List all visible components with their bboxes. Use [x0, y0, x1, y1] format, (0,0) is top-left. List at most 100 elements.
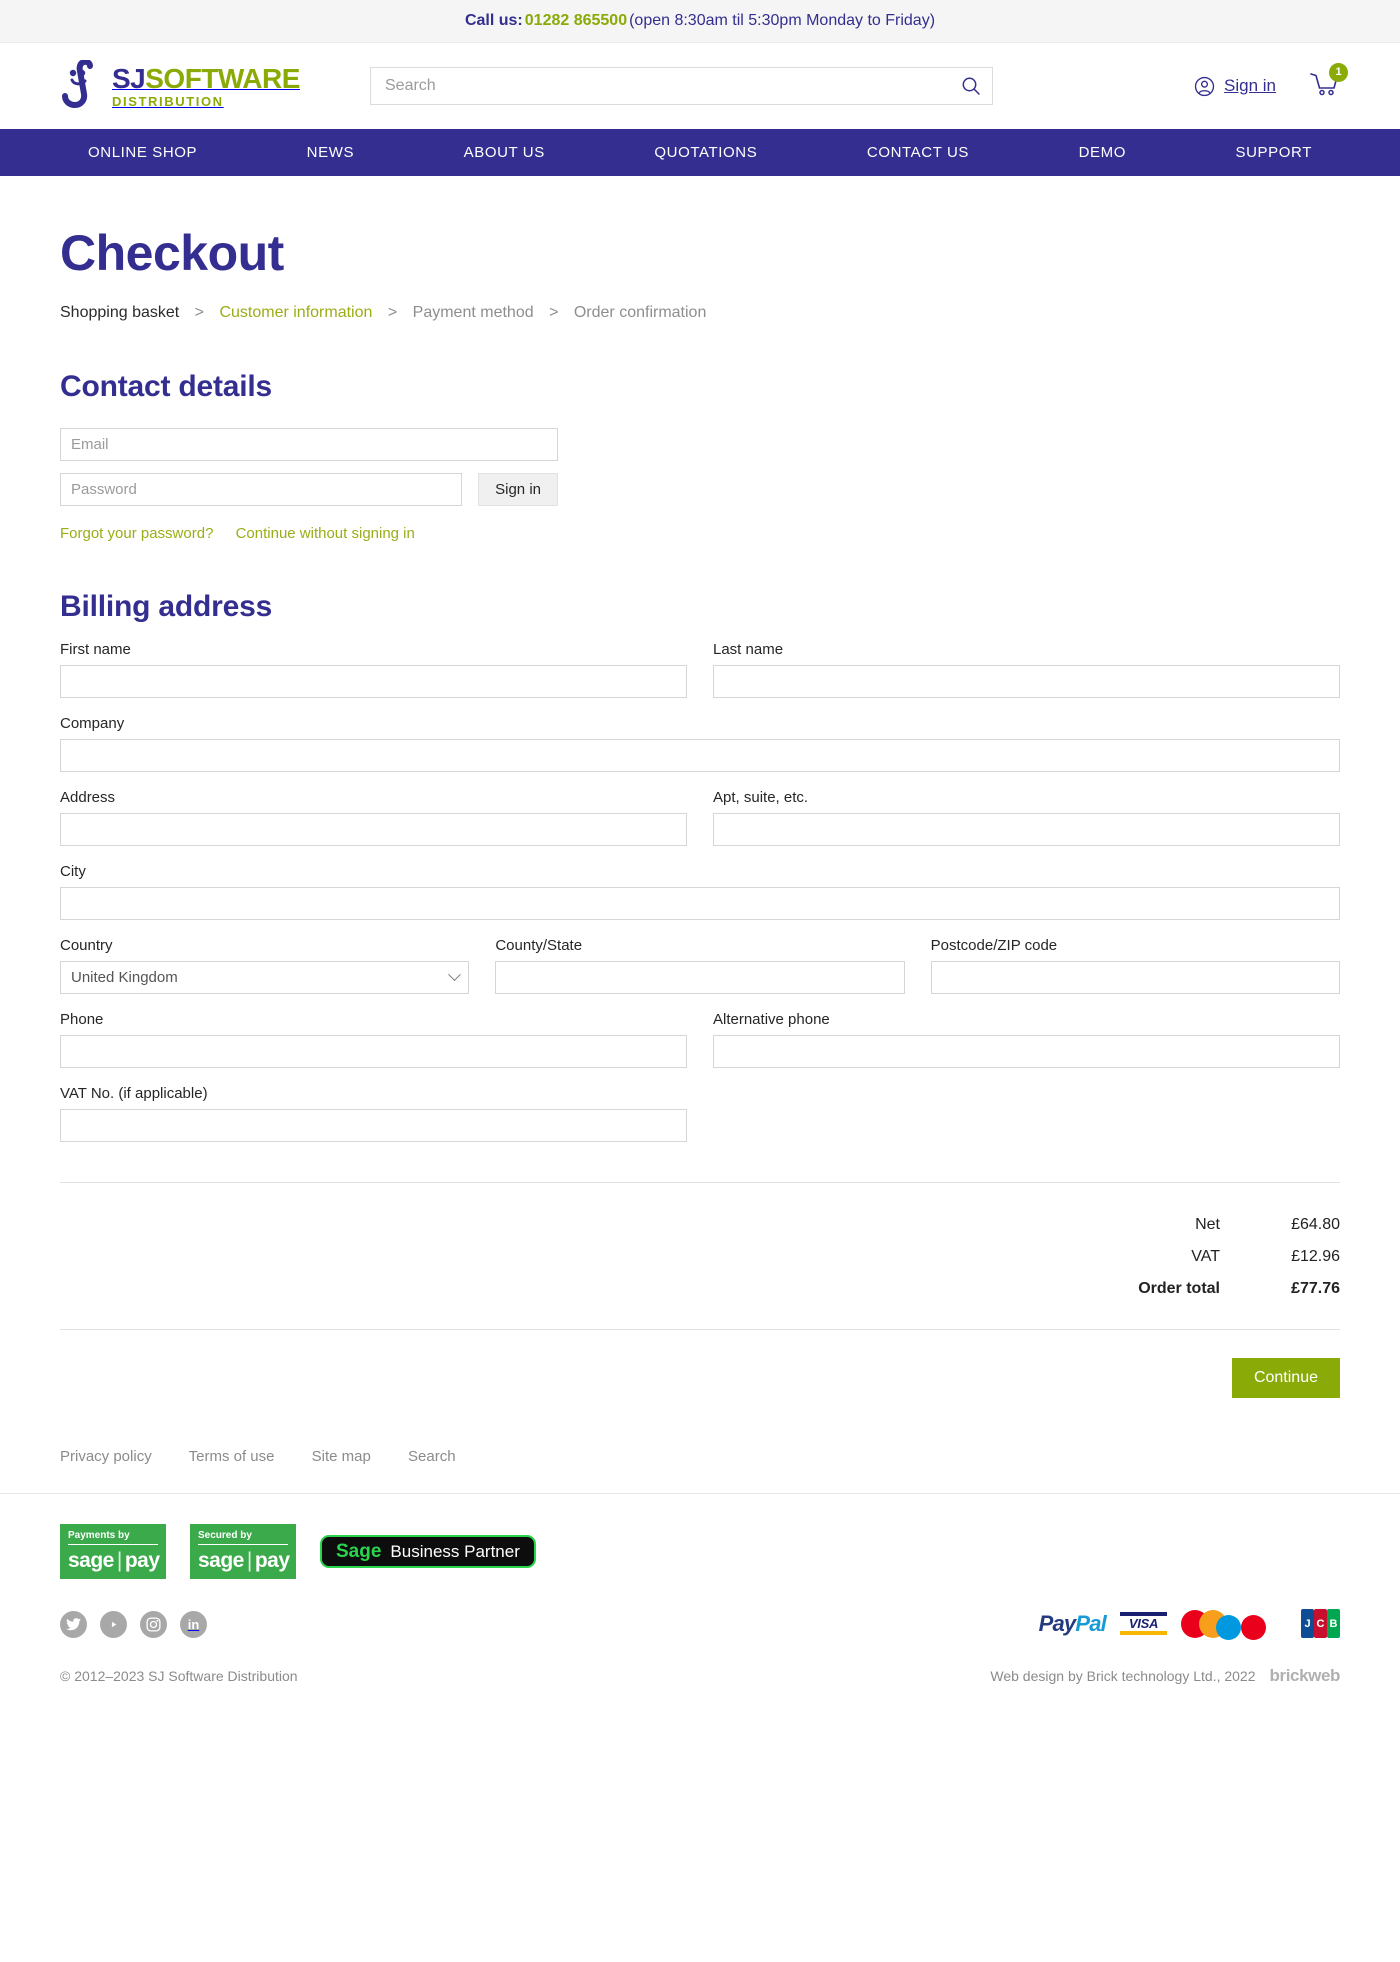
postcode-input[interactable]	[931, 961, 1340, 994]
company-input[interactable]	[60, 739, 1340, 772]
nav-link-support[interactable]: SUPPORT	[1226, 138, 1322, 167]
label-company: Company	[60, 715, 1340, 732]
copyright-text: © 2012–2023 SJ Software Distribution	[60, 1668, 298, 1684]
sagepay-secured-badge: Secured by sage|pay	[190, 1524, 296, 1579]
sign-in-button[interactable]: Sign in	[478, 473, 558, 506]
site-logo[interactable]: SJSOFTWARE DISTRIBUTION	[60, 60, 360, 112]
sagepay-payments-top-text: Payments by	[68, 1530, 158, 1545]
instagram-icon[interactable]	[140, 1611, 167, 1638]
address-row: Address Apt, suite, etc.	[60, 772, 1340, 846]
sage-brand-text: Sage	[336, 1541, 381, 1563]
label-city: City	[60, 863, 1340, 880]
nav-list: ONLINE SHOP NEWS ABOUT US QUOTATIONS CON…	[30, 129, 1370, 176]
paypal-text-pal: Pal	[1075, 1611, 1106, 1636]
email-row	[60, 428, 558, 461]
jcb-letter-j: J	[1301, 1609, 1314, 1638]
nav-item-contact-us[interactable]: CONTACT US	[857, 138, 979, 167]
total-label-vat: VAT	[1191, 1248, 1220, 1266]
breadcrumb-customer-information[interactable]: Customer information	[219, 304, 372, 321]
breadcrumb-separator: >	[549, 304, 558, 321]
nav-link-online-shop[interactable]: ONLINE SHOP	[78, 138, 207, 167]
sj-monogram-icon	[60, 60, 104, 112]
address-input[interactable]	[60, 813, 687, 846]
label-phone: Phone	[60, 1011, 687, 1028]
first-name-input[interactable]	[60, 665, 687, 698]
jcb-letter-c: C	[1314, 1609, 1327, 1638]
nav-item-demo[interactable]: DEMO	[1069, 138, 1136, 167]
vat-no-input[interactable]	[60, 1109, 687, 1142]
nav-link-contact-us[interactable]: CONTACT US	[857, 138, 979, 167]
last-name-input[interactable]	[713, 665, 1340, 698]
opening-hours: (open 8:30am til 5:30pm Monday to Friday…	[629, 12, 935, 30]
total-row-net: Net £64.80	[60, 1209, 1340, 1241]
label-county-state: County/State	[495, 937, 904, 954]
logo-text-distribution: DISTRIBUTION	[112, 95, 300, 108]
password-input[interactable]	[60, 473, 462, 506]
alternative-phone-input[interactable]	[713, 1035, 1340, 1068]
phone-number[interactable]: 01282 865500	[525, 12, 627, 30]
paypal-logo: PayPal	[1039, 1611, 1106, 1637]
label-last-name: Last name	[713, 641, 1340, 658]
total-value-vat: £12.96	[1220, 1248, 1340, 1266]
logo-text-sj: SJ	[112, 63, 145, 94]
continue-without-signing-in-link[interactable]: Continue without signing in	[236, 525, 415, 542]
cart-count-badge: 1	[1329, 63, 1348, 82]
nav-link-about-us[interactable]: ABOUT US	[454, 138, 555, 167]
nav-link-demo[interactable]: DEMO	[1069, 138, 1136, 167]
phone-input[interactable]	[60, 1035, 687, 1068]
field-alternative-phone: Alternative phone	[713, 1011, 1340, 1068]
apt-suite-input[interactable]	[713, 813, 1340, 846]
contact-details-form: Sign in Forgot your password? Continue w…	[60, 428, 1340, 542]
email-input[interactable]	[60, 428, 558, 461]
field-address: Address	[60, 789, 687, 846]
linkedin-in-glyph: in	[188, 1617, 200, 1632]
visa-text: VISA	[1120, 1616, 1167, 1631]
breadcrumb-separator: >	[195, 304, 204, 321]
nav-item-news[interactable]: NEWS	[297, 138, 364, 167]
logo-wordmark: SJSOFTWARE DISTRIBUTION	[112, 65, 300, 108]
cart-link[interactable]: 1	[1310, 72, 1340, 101]
breadcrumb-order-confirmation: Order confirmation	[574, 304, 707, 321]
vat-row: VAT No. (if applicable)	[60, 1068, 1340, 1142]
footer-link-site-map[interactable]: Site map	[312, 1448, 371, 1465]
field-county-state: County/State	[495, 937, 904, 994]
county-state-input[interactable]	[495, 961, 904, 994]
linkedin-icon[interactable]: in	[180, 1611, 207, 1638]
field-city: City	[60, 863, 1340, 920]
totals-divider-bottom	[60, 1329, 1340, 1330]
instagram-camera-glyph	[146, 1617, 161, 1632]
sign-in-link[interactable]: Sign in	[1194, 76, 1276, 97]
sagepay-word-pay-2: pay	[255, 1549, 290, 1572]
nav-item-about-us[interactable]: ABOUT US	[454, 138, 555, 167]
country-select-wrapper[interactable]: United Kingdom	[60, 961, 469, 994]
sign-in-label: Sign in	[1224, 76, 1276, 96]
sage-partner-text: Business Partner	[390, 1542, 519, 1562]
city-input[interactable]	[60, 887, 1340, 920]
field-last-name: Last name	[713, 641, 1340, 698]
footer-link-terms-of-use[interactable]: Terms of use	[189, 1448, 275, 1465]
label-alternative-phone: Alternative phone	[713, 1011, 1340, 1028]
field-company: Company	[60, 715, 1340, 772]
search-submit-button[interactable]	[950, 68, 992, 104]
social-links: in	[60, 1611, 207, 1638]
label-postcode: Postcode/ZIP code	[931, 937, 1340, 954]
footer-link-privacy-policy[interactable]: Privacy policy	[60, 1448, 152, 1465]
nav-link-quotations[interactable]: QUOTATIONS	[644, 138, 767, 167]
youtube-icon[interactable]	[100, 1611, 127, 1638]
nav-item-online-shop[interactable]: ONLINE SHOP	[78, 138, 207, 167]
breadcrumb-payment-method: Payment method	[413, 304, 534, 321]
nav-item-quotations[interactable]: QUOTATIONS	[644, 138, 767, 167]
footer-link-search[interactable]: Search	[408, 1448, 456, 1465]
total-label-order-total: Order total	[1138, 1280, 1220, 1298]
twitter-icon[interactable]	[60, 1611, 87, 1638]
nav-item-support[interactable]: SUPPORT	[1226, 138, 1322, 167]
maestro-circle-blue	[1216, 1615, 1241, 1640]
country-select[interactable]: United Kingdom	[60, 961, 469, 994]
continue-button[interactable]: Continue	[1232, 1358, 1340, 1398]
search-box[interactable]	[370, 67, 993, 105]
forgot-password-link[interactable]: Forgot your password?	[60, 525, 213, 542]
search-input[interactable]	[370, 67, 993, 105]
breadcrumb-shopping-basket[interactable]: Shopping basket	[60, 304, 179, 321]
sagepay-secured-top-text: Secured by	[198, 1530, 288, 1545]
nav-link-news[interactable]: NEWS	[297, 138, 364, 167]
